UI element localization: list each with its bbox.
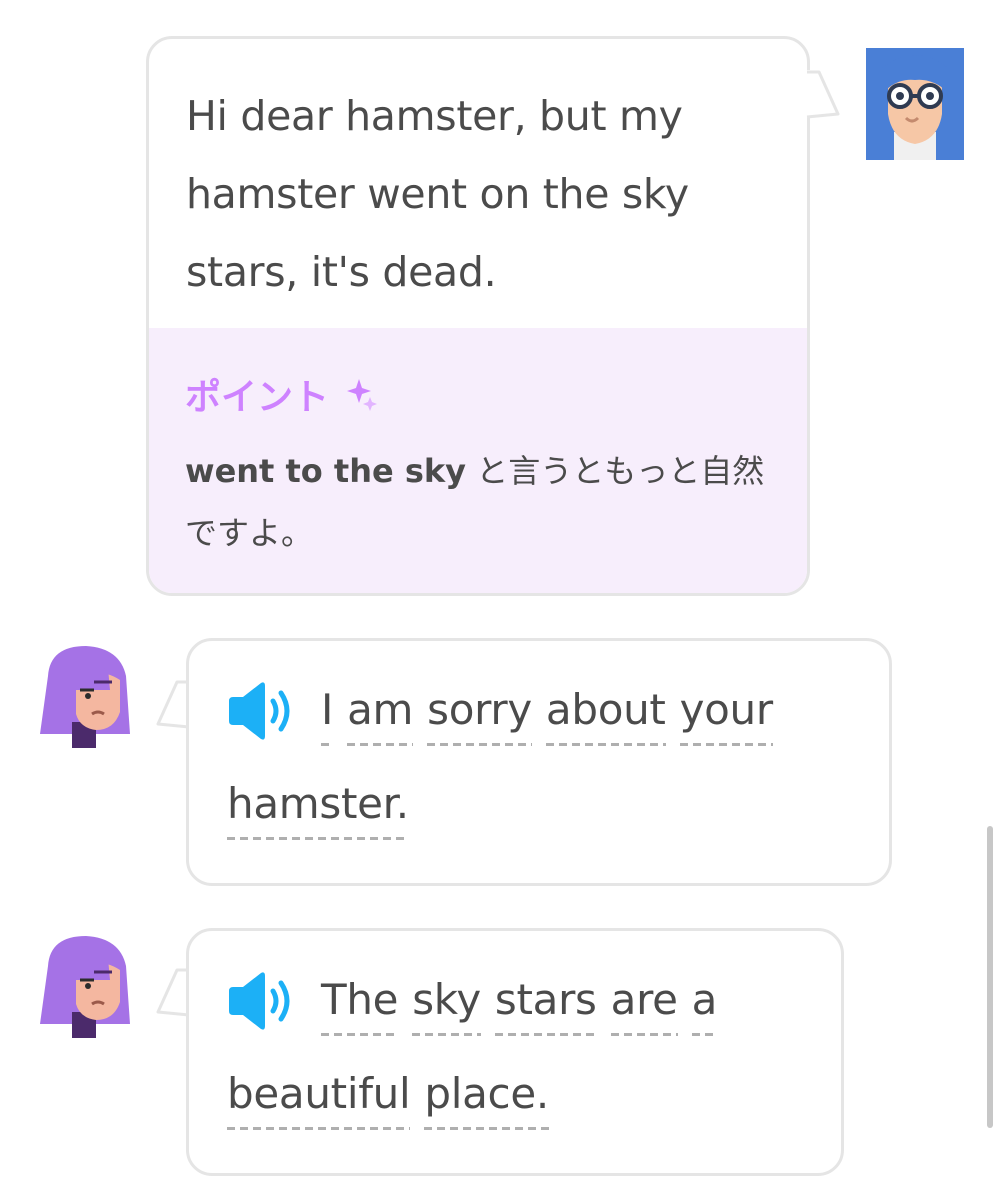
scrollbar[interactable] bbox=[987, 826, 993, 1128]
bot-bubble-tail bbox=[156, 680, 190, 729]
user-avatar bbox=[866, 48, 964, 160]
word[interactable]: about bbox=[545, 685, 666, 746]
tip-title-label: ポイント bbox=[185, 377, 330, 418]
speaker-icon[interactable] bbox=[227, 681, 297, 741]
message-line-2: beautiful place. bbox=[227, 1069, 563, 1130]
word[interactable]: sorry bbox=[427, 685, 532, 746]
bot-message-bubble: The sky stars are a beautiful place. bbox=[186, 928, 844, 1176]
word[interactable]: am bbox=[347, 685, 413, 746]
word[interactable]: I bbox=[321, 685, 333, 746]
message-line-1: Iam sorry about your bbox=[321, 685, 787, 746]
speaker-icon[interactable] bbox=[227, 971, 297, 1031]
bot-bubble-tail bbox=[156, 968, 190, 1017]
sparkle-icon bbox=[347, 379, 378, 411]
bot-avatar bbox=[40, 936, 130, 1038]
bot-avatar bbox=[40, 646, 130, 748]
bot-message-bubble: Iam sorry about your hamster. bbox=[186, 638, 892, 886]
user-bubble-tail bbox=[806, 70, 840, 119]
user-message-text: Hi dear hamster, but my hamster went on … bbox=[186, 92, 689, 296]
word[interactable]: The bbox=[321, 975, 399, 1036]
user-message-bubble: Hi dear hamster, but my hamster went on … bbox=[146, 36, 810, 596]
tip-phrase: went to the sky bbox=[185, 452, 467, 490]
word[interactable]: hamster. bbox=[227, 779, 409, 840]
word[interactable]: are bbox=[610, 975, 678, 1036]
word[interactable]: place. bbox=[424, 1069, 549, 1130]
tip-body: went to the sky と言うともっと自然ですよ。 bbox=[185, 440, 785, 564]
word[interactable]: your bbox=[679, 685, 773, 746]
message-line-2: hamster. bbox=[227, 779, 423, 840]
word[interactable]: sky bbox=[412, 975, 481, 1036]
word[interactable]: beautiful bbox=[227, 1069, 411, 1130]
tip-title: ポイント bbox=[185, 368, 378, 420]
message-line-1: The sky stars are a bbox=[321, 975, 731, 1036]
word[interactable]: stars bbox=[494, 975, 597, 1036]
tip-panel: ポイント went to the sky と言うともっと自然ですよ。 bbox=[149, 328, 807, 593]
word[interactable]: a bbox=[691, 975, 718, 1036]
